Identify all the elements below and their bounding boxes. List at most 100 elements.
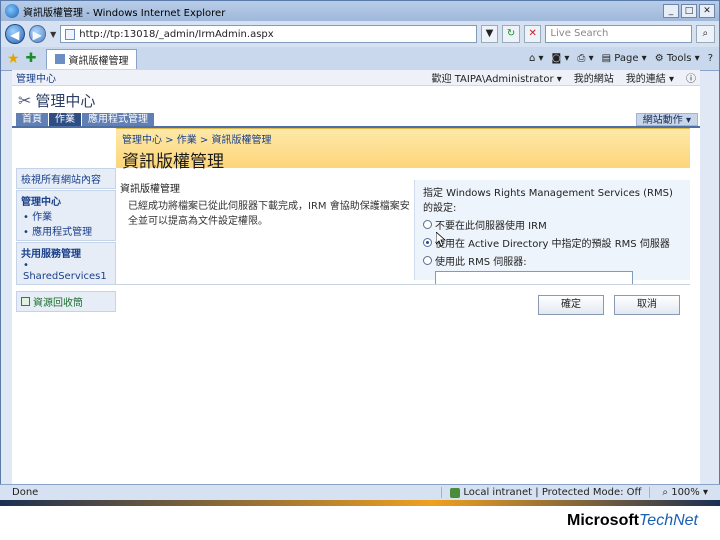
home-icon[interactable]: ⌂ ▾ xyxy=(529,53,544,64)
leftnav-sharedservices1-label: SharedServices1 xyxy=(23,271,107,282)
leftnav-shared-services[interactable]: 共用服務管理 xyxy=(21,245,111,260)
security-zone[interactable]: Local intranet | Protected Mode: Off xyxy=(441,487,649,498)
section-description: 已經成功將檔案已從此伺服器下載完成，IRM 會協助保護檔案安全並可以提高為文件設… xyxy=(128,201,410,227)
help-icon[interactable]: ? xyxy=(708,53,713,64)
address-dropdown-icon[interactable]: ▼ xyxy=(480,25,499,43)
recycle-bin-label: 資源回收筒 xyxy=(33,298,83,309)
my-site-link[interactable]: 我的網站 xyxy=(574,70,614,85)
topbar-site-link[interactable]: 管理中心 xyxy=(16,70,56,85)
leftnav-app-management-label: 應用程式管理 xyxy=(32,227,93,238)
radio-specific-server[interactable] xyxy=(423,256,432,265)
ie-logo-icon xyxy=(5,4,19,18)
title-bar: 資訊版權管理 - Windows Internet Explorer _ □ ✕ xyxy=(1,1,719,21)
page-title-area: 管理中心 > 作業 > 資訊版權管理 資訊版權管理 xyxy=(116,128,690,172)
tab-home[interactable]: 首頁 xyxy=(16,113,48,126)
option-none-label: 不要在此伺服器使用 IRM xyxy=(435,221,547,232)
central-admin-group: 管理中心 • 作業 • 應用程式管理 xyxy=(16,190,116,241)
irm-description: 資訊版權管理 已經成功將檔案已從此伺服器下載完成，IRM 會協助保護檔案安全並可… xyxy=(116,180,414,280)
form-divider xyxy=(116,284,690,285)
irm-form: 資訊版權管理 已經成功將檔案已從此伺服器下載完成，IRM 會協助保護檔案安全並可… xyxy=(116,180,690,285)
back-icon[interactable]: ◀ xyxy=(5,24,25,44)
technet-logo: MicrosoftTechNet xyxy=(567,512,698,530)
search-input[interactable]: Live Search xyxy=(545,25,692,43)
cancel-button[interactable]: 取消 xyxy=(614,295,680,315)
intranet-zone-icon xyxy=(450,487,461,498)
tab-label: 資訊版權管理 xyxy=(68,55,129,67)
zone-label: Local intranet | Protected Mode: Off xyxy=(463,487,642,498)
footer-stripe xyxy=(0,500,720,506)
window-title: 資訊版權管理 - Windows Internet Explorer xyxy=(23,7,226,19)
search-icon[interactable]: ⌕ xyxy=(695,25,716,43)
favorites-star-icon[interactable]: ★ xyxy=(7,51,20,67)
stop-icon[interactable]: ✕ xyxy=(523,25,542,43)
top-nav: 首頁 作業 應用程式管理 網站動作 ▾ xyxy=(12,113,700,128)
mouse-cursor-icon xyxy=(436,232,446,246)
close-button[interactable]: ✕ xyxy=(699,4,715,18)
option-specific-label: 使用此 RMS 伺服器: xyxy=(435,257,527,268)
option-none[interactable]: 不要在此伺服器使用 IRM xyxy=(423,217,682,232)
radio-none[interactable] xyxy=(423,220,432,229)
welcome-menu[interactable]: 歡迎 TAIPA\Administrator ▾ xyxy=(432,70,562,85)
sp-header: ✂ 管理中心 xyxy=(12,86,700,114)
option-active-directory[interactable]: 使用在 Active Directory 中指定的預設 RMS 伺服器 xyxy=(423,235,682,250)
page-content: 管理中心 歡迎 TAIPA\Administrator ▾ 我的網站 我的連結 … xyxy=(12,70,700,484)
page-menu-label: Page xyxy=(614,53,639,64)
leftnav-item-operations[interactable]: • 作業 xyxy=(21,208,111,223)
site-actions-menu[interactable]: 網站動作 ▾ xyxy=(635,113,698,126)
leftnav-central-admin[interactable]: 管理中心 xyxy=(21,193,111,208)
browser-tab[interactable]: 資訊版權管理 xyxy=(46,48,138,69)
zoom-level[interactable]: ⌕ 100% ▾ xyxy=(649,487,720,498)
breadcrumb[interactable]: 管理中心 > 作業 > 資訊版權管理 xyxy=(122,131,684,146)
help-circle-icon[interactable]: ⓘ xyxy=(686,70,696,85)
tools-menu[interactable]: ⚙ Tools ▾ xyxy=(655,53,700,64)
view-all-site-content[interactable]: 檢視所有網站內容 xyxy=(16,168,116,189)
leftnav-operations-label: 作業 xyxy=(32,212,53,223)
section-title: 資訊版權管理 xyxy=(120,184,180,195)
leftnav-item-app-management[interactable]: • 應用程式管理 xyxy=(21,223,111,238)
tab-app-management[interactable]: 應用程式管理 xyxy=(82,113,154,126)
main-area: 管理中心 > 作業 > 資訊版權管理 資訊版權管理 資訊版權管理 已經成功將檔案… xyxy=(116,128,700,315)
ok-button[interactable]: 確定 xyxy=(538,295,604,315)
page-title: 資訊版權管理 xyxy=(122,152,224,172)
tab-page-icon xyxy=(55,54,66,64)
minimize-button[interactable]: _ xyxy=(663,4,679,18)
tab-operations[interactable]: 作業 xyxy=(49,113,81,126)
status-bar: Done Local intranet | Protected Mode: Of… xyxy=(0,484,720,500)
brand-microsoft: Microsoft xyxy=(567,512,639,529)
tools-logo-icon: ✂ xyxy=(18,90,32,110)
address-text: http://tp:13018/_admin/IrmAdmin.aspx xyxy=(79,28,274,40)
radio-active-directory[interactable] xyxy=(423,238,432,247)
sp-global-bar: 管理中心 歡迎 TAIPA\Administrator ▾ 我的網站 我的連結 … xyxy=(12,70,700,86)
zoom-label: 100% ▾ xyxy=(671,487,708,498)
my-links-menu[interactable]: 我的連結 ▾ xyxy=(626,70,674,85)
address-input[interactable]: http://tp:13018/_admin/IrmAdmin.aspx xyxy=(60,25,477,43)
status-text: Done xyxy=(12,487,39,498)
slide-footer: MicrosoftTechNet xyxy=(0,500,720,540)
refresh-icon[interactable]: ↻ xyxy=(502,25,520,43)
option-specific-server[interactable]: 使用此 RMS 伺服器: xyxy=(423,253,682,268)
option-ad-label: 使用在 Active Directory 中指定的預設 RMS 伺服器 xyxy=(435,239,670,250)
tab-bar: ★ ✚ 資訊版權管理 ⌂ ▾ ◙ ▾ ⎙ ▾ ▤ Page ▾ ⚙ Tools … xyxy=(1,47,719,71)
page-icon xyxy=(65,28,76,40)
feeds-icon[interactable]: ◙ ▾ xyxy=(552,53,570,64)
rms-server-input[interactable] xyxy=(435,271,633,285)
recycle-bin-icon xyxy=(21,297,30,306)
page-menu[interactable]: ▤ Page ▾ xyxy=(602,53,647,64)
address-bar: ◀ ▶ ▼ http://tp:13018/_admin/IrmAdmin.as… xyxy=(1,21,719,47)
maximize-button[interactable]: □ xyxy=(681,4,697,18)
page-menu-icon: ▤ xyxy=(601,53,615,64)
add-favorites-icon[interactable]: ✚ xyxy=(26,51,37,66)
history-dropdown-icon[interactable]: ▼ xyxy=(50,30,56,39)
shared-services-group: 共用服務管理 • SharedServices1 xyxy=(16,242,116,285)
form-buttons: 確定 取消 xyxy=(120,295,680,315)
recycle-bin-link[interactable]: 資源回收筒 xyxy=(16,291,116,312)
print-icon[interactable]: ⎙ ▾ xyxy=(577,53,593,64)
zoom-icon: ⌕ xyxy=(662,487,672,498)
gear-icon: ⚙ xyxy=(654,53,667,64)
forward-icon[interactable]: ▶ xyxy=(28,25,47,43)
rms-prompt: 指定 Windows Rights Management Services (R… xyxy=(423,188,673,214)
left-nav: 檢視所有網站內容 管理中心 • 作業 • 應用程式管理 共用服務管理 • Sha… xyxy=(16,168,116,315)
brand-technet: TechNet xyxy=(639,512,698,529)
leftnav-item-sharedservices1[interactable]: • SharedServices1 xyxy=(21,260,111,282)
tools-menu-label: Tools xyxy=(666,53,692,64)
